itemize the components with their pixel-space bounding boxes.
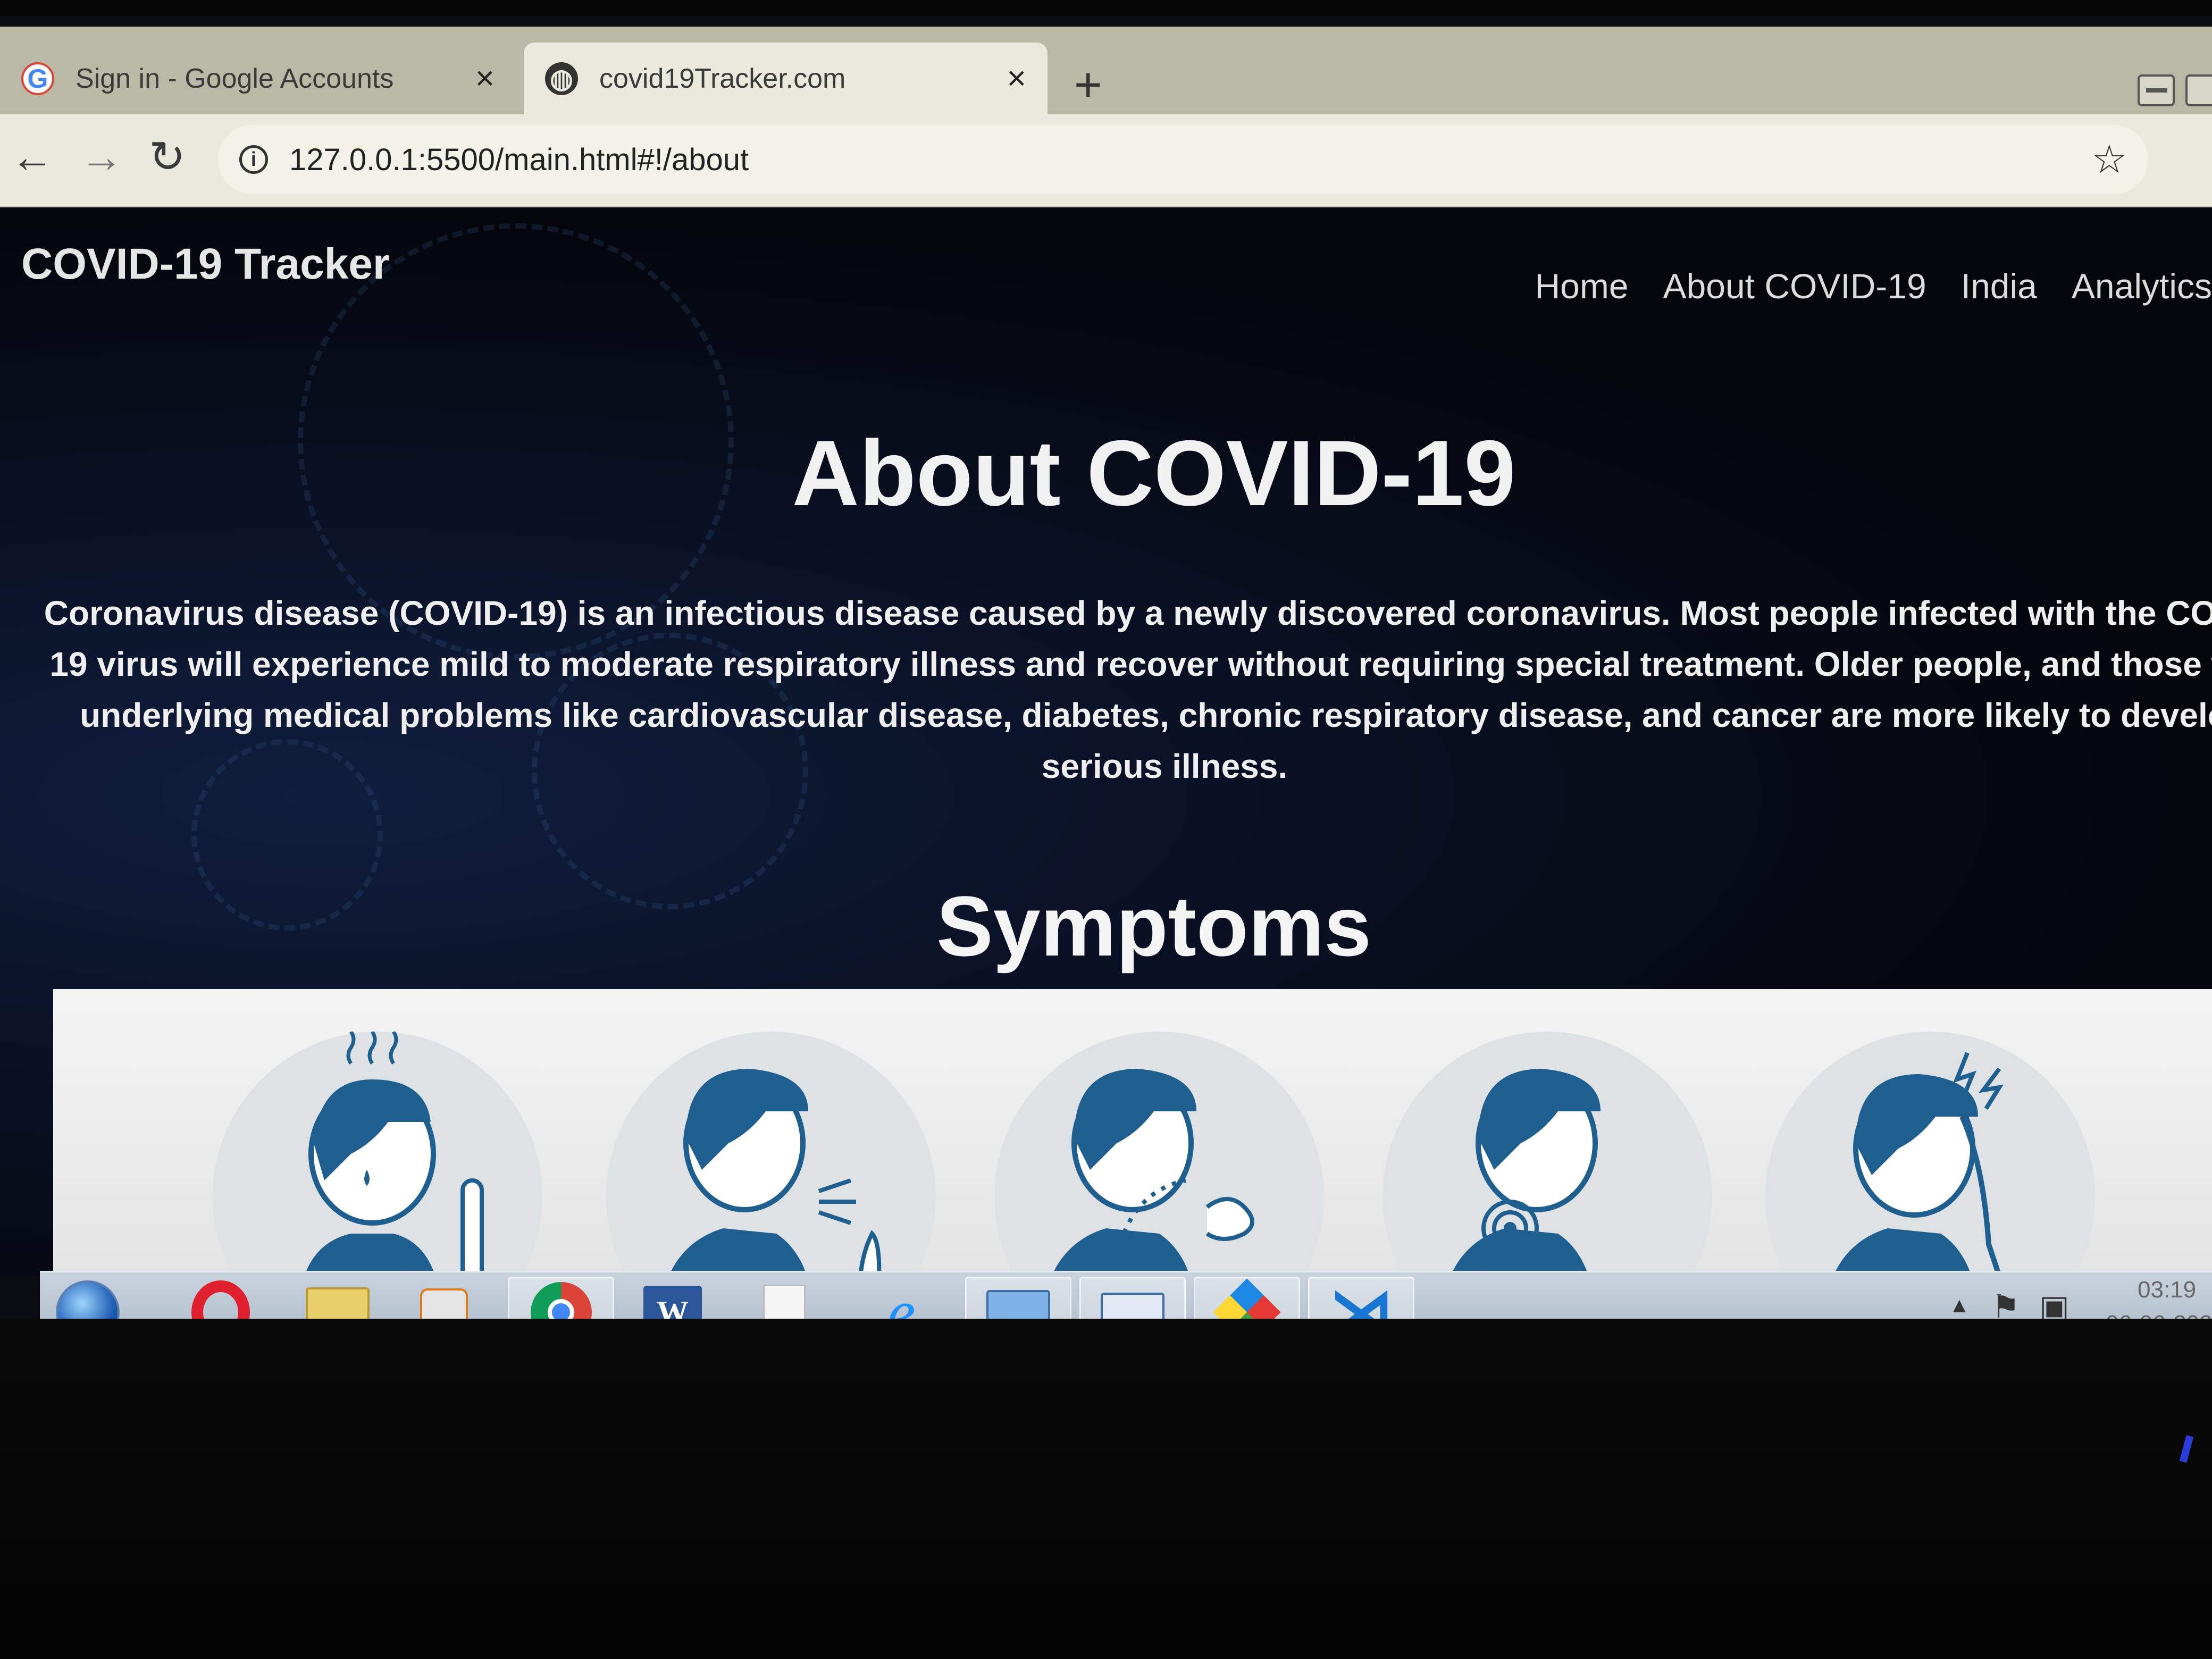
address-bar: ← → ↻ i 127.0.0.1:5500/main.html#!/about… <box>0 114 2212 207</box>
nav-links: Home About COVID-19 India Analytics <box>1535 266 2212 306</box>
forward-icon[interactable]: → <box>80 136 123 179</box>
globe-icon: ◍ <box>545 62 578 95</box>
clock-time[interactable]: 03:19 <box>2138 1277 2196 1303</box>
url-text[interactable]: 127.0.0.1:5500/main.html#!/about <box>289 142 2092 178</box>
new-tab-icon[interactable]: + <box>1074 61 1102 109</box>
nav-link-india[interactable]: India <box>1961 266 2037 306</box>
tab-strip: G Sign in - Google Accounts × ◍ covid19T… <box>0 27 2212 114</box>
symptoms-panel <box>53 989 2212 1276</box>
monitor-screen: G Sign in - Google Accounts × ◍ covid19T… <box>0 16 2212 1335</box>
google-icon: G <box>21 62 54 95</box>
tab-google-signin[interactable]: G Sign in - Google Accounts × <box>0 43 516 114</box>
close-icon[interactable]: × <box>475 60 495 97</box>
maximize-icon[interactable] <box>2185 74 2212 106</box>
about-paragraph: Coronavirus disease (COVID-19) is an inf… <box>44 594 2212 785</box>
sore-throat-icon <box>1382 1032 1712 1276</box>
tab-covid-tracker[interactable]: ◍ covid19Tracker.com × <box>524 43 1048 114</box>
nav-link-analytics[interactable]: Analytics <box>2072 266 2212 306</box>
web-page: COVID-19 Tracker Home About COVID-19 Ind… <box>0 207 2212 1276</box>
minimize-icon[interactable] <box>2138 74 2175 106</box>
url-field[interactable]: i 127.0.0.1:5500/main.html#!/about ☆ <box>218 125 2148 194</box>
nav-link-home[interactable]: Home <box>1535 266 1628 306</box>
back-icon[interactable]: ← <box>11 136 54 179</box>
tray-expand-icon[interactable]: ▲ <box>1949 1294 1970 1318</box>
info-icon[interactable]: i <box>239 145 268 174</box>
symptoms-heading: Symptoms <box>936 878 1371 974</box>
close-icon[interactable]: × <box>1007 60 1026 97</box>
monitor-bezel <box>0 1319 2212 1659</box>
tab-title: covid19Tracker.com <box>599 63 846 94</box>
headache-icon <box>1765 1032 2095 1276</box>
breath-icon <box>994 1032 1324 1276</box>
fever-icon <box>213 1032 542 1276</box>
nav-link-about[interactable]: About COVID-19 <box>1663 266 1926 306</box>
page-title: About COVID-19 <box>792 422 1516 525</box>
site-navbar: COVID-19 Tracker Home About COVID-19 Ind… <box>0 207 2212 340</box>
cough-icon <box>606 1032 936 1276</box>
tab-title: Sign in - Google Accounts <box>76 63 394 94</box>
bookmark-star-icon[interactable]: ☆ <box>2092 137 2127 182</box>
reload-icon[interactable]: ↻ <box>149 136 186 179</box>
site-brand[interactable]: COVID-19 Tracker <box>21 239 390 289</box>
